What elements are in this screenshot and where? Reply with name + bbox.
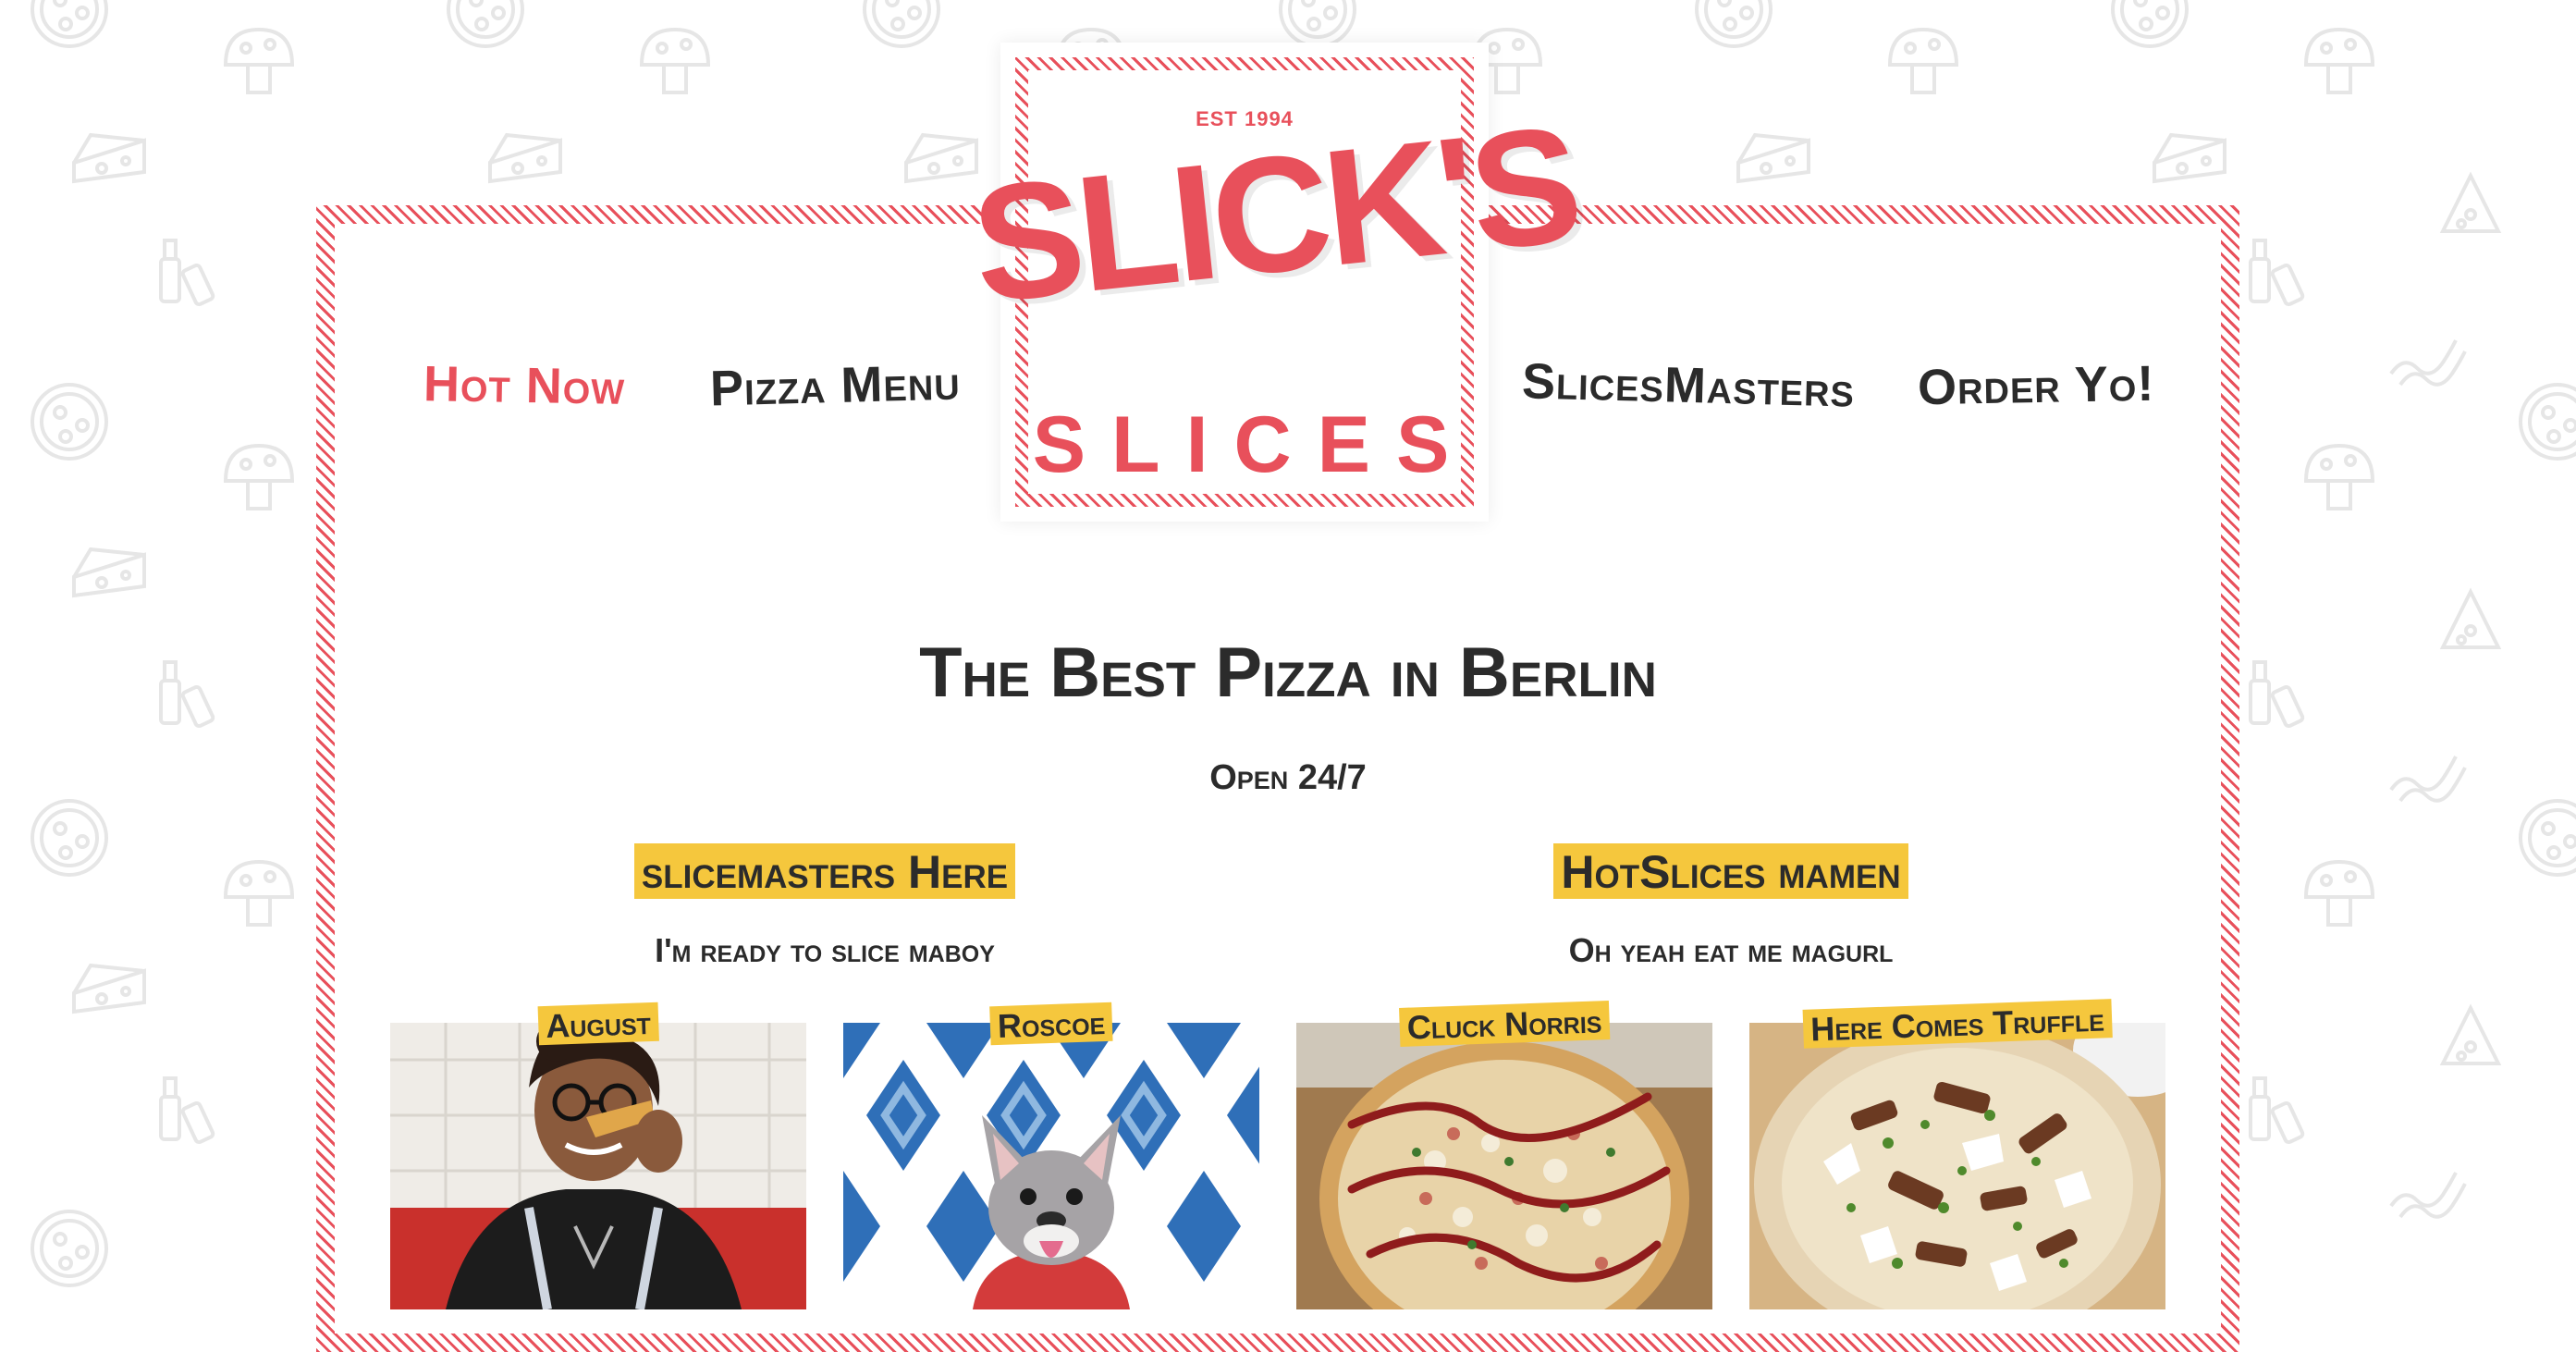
nav-order-yo[interactable]: Order Yo! [1917, 356, 2154, 415]
truffle-pizza-photo [1749, 1023, 2165, 1309]
logo[interactable]: EST 1994 SLICK'S SLICES [964, 43, 1584, 522]
section-tagline: I'm ready to slice maboy [655, 931, 995, 969]
section-slicemasters: slicemasters Here I'm ready to slice mab… [390, 843, 1259, 967]
hotslice-card[interactable]: Here Comes Truffle [1749, 999, 2165, 1309]
card-name: August [537, 1002, 659, 1046]
card-name: Roscoe [989, 1002, 1113, 1046]
person-eating-pizza-photo [390, 1023, 806, 1309]
french-bulldog-photo [843, 1023, 1259, 1309]
section-heading: slicemasters Here [633, 843, 1016, 899]
logo-brand-bottom: SLICES [1032, 400, 1476, 489]
section-heading: HotSlices mamen [1553, 843, 1908, 899]
bbq-chicken-pizza-photo [1296, 1023, 1712, 1309]
page-title: The Best Pizza in Berlin [919, 633, 1657, 712]
nav-pizza-menu[interactable]: Pizza Menu [709, 354, 961, 416]
nav-hot-now[interactable]: Hot Now [423, 356, 625, 415]
section-hotslices: HotSlices mamen Oh yeah eat me magurl [1296, 843, 2165, 967]
card-name: Cluck Norris [1399, 1001, 1610, 1047]
hotslice-card[interactable]: Cluck Norris [1296, 1001, 1712, 1309]
section-tagline: Oh yeah eat me magurl [1568, 931, 1894, 969]
slicemaster-card[interactable]: August [390, 1002, 806, 1309]
nav-slicesmasters[interactable]: SlicesMasters [1521, 353, 1855, 417]
slicemaster-card[interactable]: Roscoe [843, 1002, 1259, 1309]
page-subtitle: Open 24/7 [1209, 758, 1367, 797]
